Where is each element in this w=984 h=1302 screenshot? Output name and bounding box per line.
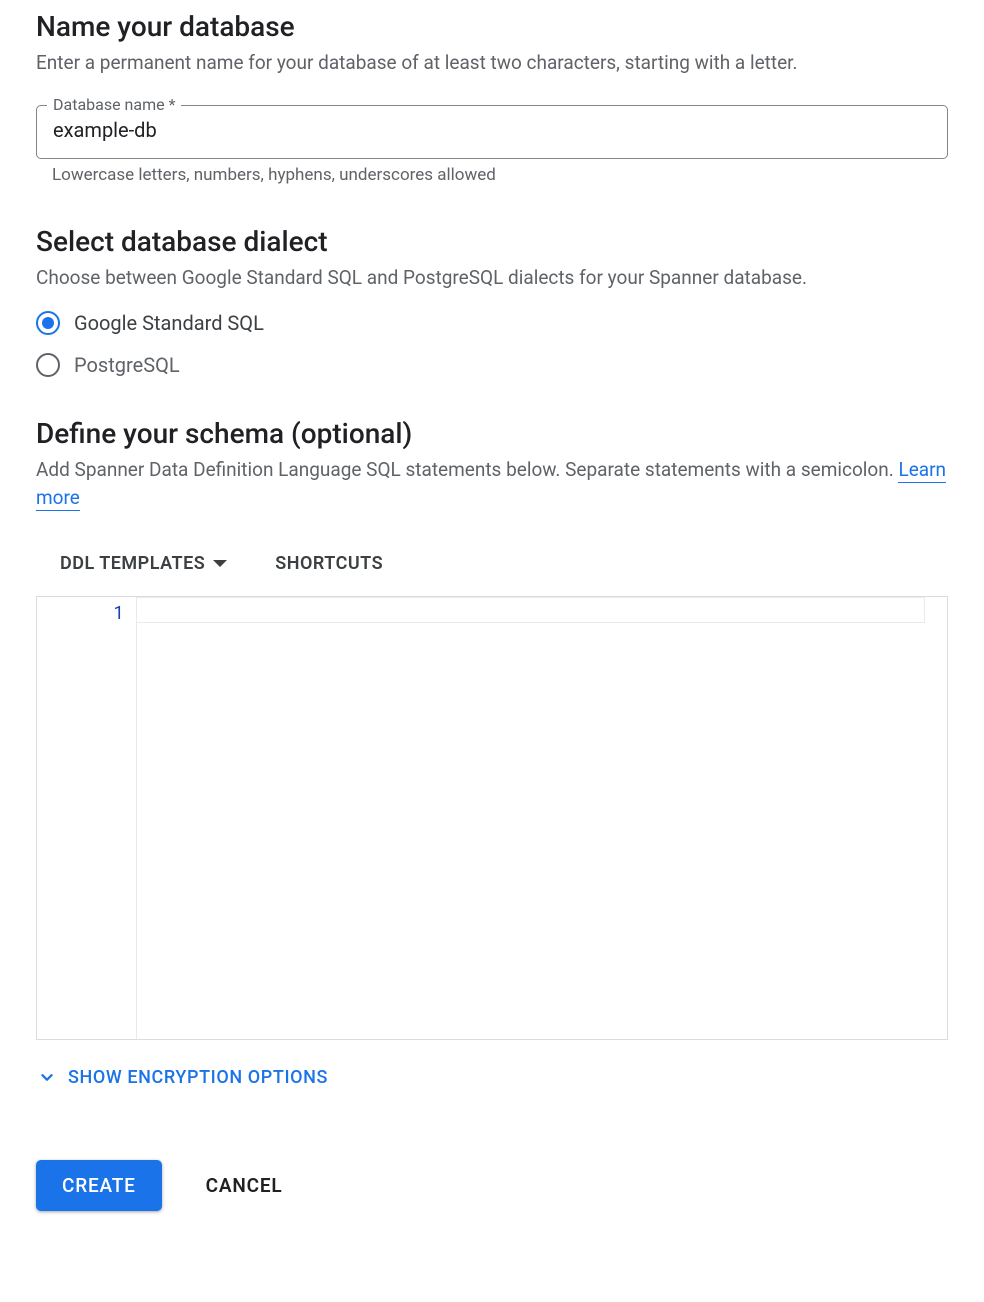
- encryption-toggle-label: SHOW ENCRYPTION OPTIONS: [68, 1067, 328, 1088]
- radio-unselected-icon: [36, 353, 60, 377]
- database-name-input[interactable]: [37, 106, 947, 158]
- chevron-down-icon: [36, 1066, 58, 1088]
- caret-down-icon: [213, 560, 227, 567]
- dialect-desc: Choose between Google Standard SQL and P…: [36, 264, 948, 292]
- shortcuts-button[interactable]: SHORTCUTS: [275, 553, 383, 574]
- schema-title: Define your schema (optional): [36, 417, 948, 450]
- schema-desc-text: Add Spanner Data Definition Language SQL…: [36, 458, 898, 481]
- shortcuts-label: SHORTCUTS: [275, 553, 383, 574]
- name-database-title: Name your database: [36, 10, 948, 43]
- dialect-option-label: Google Standard SQL: [74, 311, 264, 335]
- ddl-templates-label: DDL TEMPLATES: [60, 553, 205, 574]
- name-database-desc: Enter a permanent name for your database…: [36, 49, 948, 77]
- dialect-option-label: PostgreSQL: [74, 353, 180, 377]
- show-encryption-options-toggle[interactable]: SHOW ENCRYPTION OPTIONS: [36, 1066, 948, 1088]
- line-number: 1: [41, 601, 124, 623]
- dialect-option-google-standard-sql[interactable]: Google Standard SQL: [36, 311, 948, 335]
- ddl-editor[interactable]: 1: [36, 596, 948, 1040]
- cancel-button[interactable]: CANCEL: [202, 1160, 287, 1211]
- radio-selected-icon: [36, 311, 60, 335]
- editor-code-area[interactable]: [137, 597, 947, 1039]
- create-button[interactable]: CREATE: [36, 1160, 162, 1211]
- database-name-helper: Lowercase letters, numbers, hyphens, und…: [52, 165, 948, 185]
- ddl-templates-dropdown[interactable]: DDL TEMPLATES: [60, 553, 227, 574]
- schema-desc: Add Spanner Data Definition Language SQL…: [36, 456, 948, 511]
- dialect-title: Select database dialect: [36, 225, 948, 258]
- editor-current-line: [137, 597, 925, 623]
- editor-gutter: 1: [37, 597, 137, 1039]
- dialect-option-postgresql[interactable]: PostgreSQL: [36, 353, 948, 377]
- database-name-field-wrapper: Database name *: [36, 105, 948, 159]
